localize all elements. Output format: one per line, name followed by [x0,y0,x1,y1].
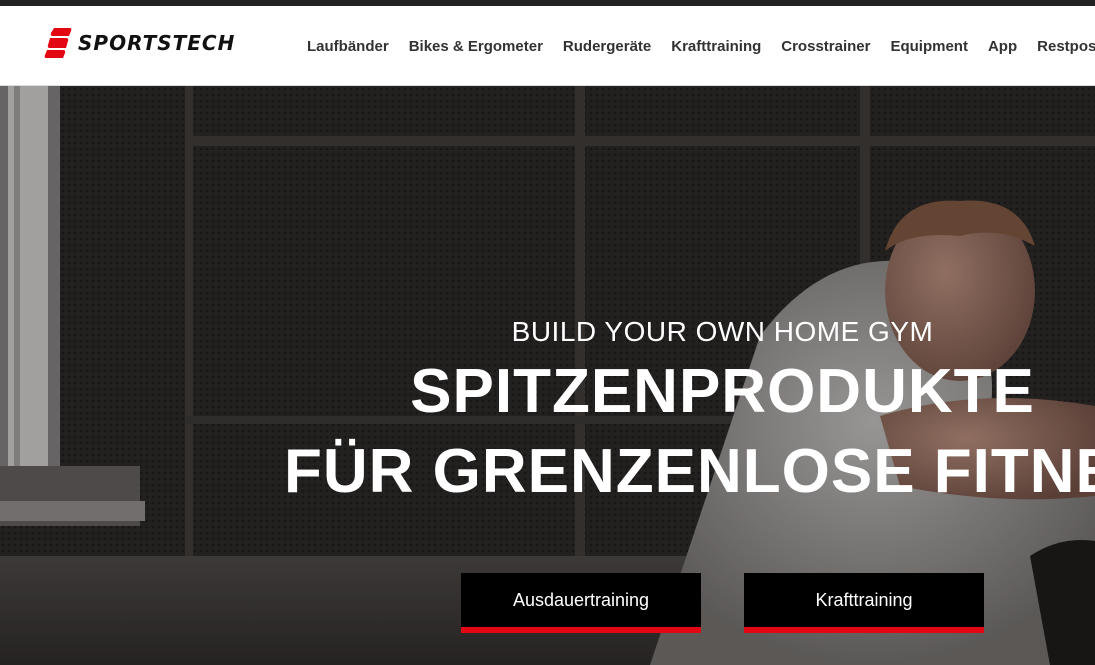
logo-mark-icon [44,28,72,58]
nav-item-app[interactable]: App [978,38,1027,55]
nav-item-laufbaender[interactable]: Laufbänder [297,38,399,55]
nav-item-rudergeraete[interactable]: Rudergeräte [553,38,661,55]
main-nav: Laufbänder Bikes & Ergometer Rudergeräte… [297,6,1095,86]
site-header: SPORTSTECH Laufbänder Bikes & Ergometer … [0,6,1095,86]
nav-item-crosstrainer[interactable]: Crosstrainer [771,38,880,55]
hero-subtitle: BUILD YOUR OWN HOME GYM [511,316,934,347]
ausdauertraining-button[interactable]: Ausdauertraining [461,573,701,633]
hero-title-line-1: SPITZENPRODUKTE [410,357,1035,426]
hero-title-line-2: FÜR GRENZENLOSE FITNESS [284,437,1095,506]
nav-item-krafttraining[interactable]: Krafttraining [661,38,771,55]
hero-banner: BUILD YOUR OWN HOME GYM SPITZENPRODUKTE … [0,86,1095,665]
logo-text: SPORTSTECH [78,31,236,55]
nav-item-bikes-ergometer[interactable]: Bikes & Ergometer [399,38,553,55]
sportstech-logo[interactable]: SPORTSTECH [44,25,235,61]
nav-item-equipment[interactable]: Equipment [880,38,978,55]
krafttraining-button[interactable]: Krafttraining [744,573,984,633]
nav-item-restposten[interactable]: Restposten [1027,38,1095,55]
